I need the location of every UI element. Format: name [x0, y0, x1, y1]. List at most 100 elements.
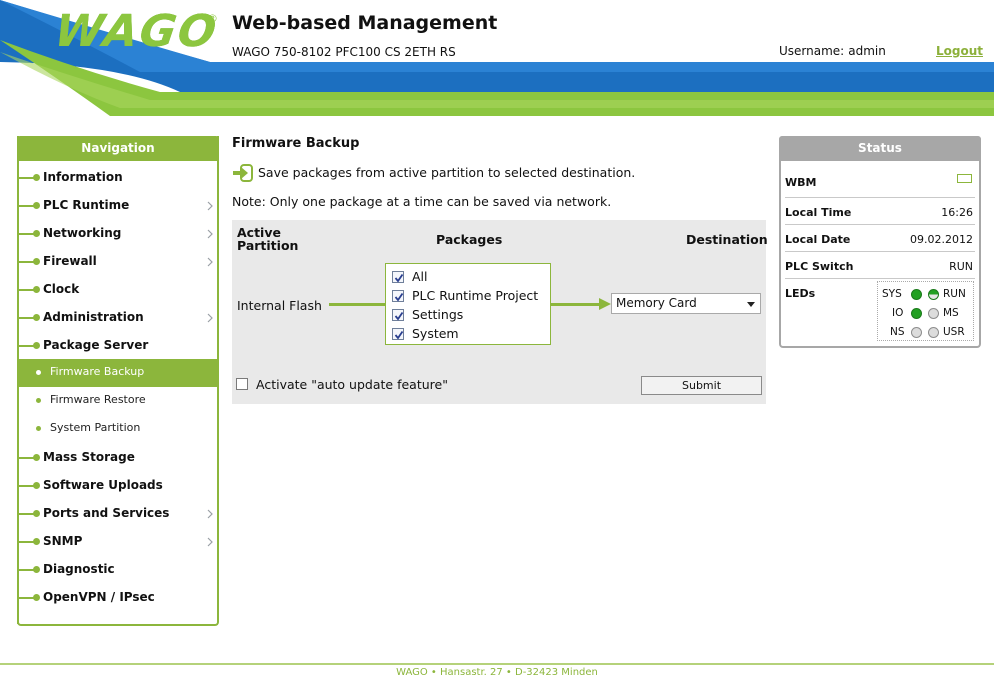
chevron-right-icon: [207, 509, 213, 519]
nav-subitem-label: Firmware Restore: [50, 393, 146, 406]
destination-value: Memory Card: [616, 296, 697, 310]
nav-item-diagnostic[interactable]: Diagnostic: [19, 556, 219, 584]
logout-link[interactable]: Logout: [936, 44, 983, 58]
package-label: All: [412, 269, 428, 284]
led-io-icon: [911, 308, 922, 319]
status-row-wbm: WBM: [785, 168, 975, 198]
wago-logo: WAGO ®: [51, 6, 222, 57]
package-label: PLC Runtime Project: [412, 288, 539, 303]
nav-item-mass-storage[interactable]: Mass Storage: [19, 444, 219, 472]
nav-bullet-icon: [33, 314, 40, 321]
destination-header: Destination: [686, 232, 768, 247]
led-indicators: SYS RUN IO MS NS USR: [877, 281, 974, 341]
nav-item-ports-and-services[interactable]: Ports and Services: [19, 500, 219, 528]
nav-bullet-icon: [33, 258, 40, 265]
status-panel: Status WBM Local Time 16:26 Local Date 0…: [779, 136, 981, 348]
led-ns: NS: [890, 326, 922, 338]
package-checkbox-system[interactable]: [392, 328, 404, 340]
nav-item-label: Information: [43, 170, 123, 184]
chevron-right-icon: [207, 229, 213, 239]
footer-address: WAGO • Hansastr. 27 • D-32423 Minden: [396, 667, 598, 678]
description-text: Save packages from active partition to s…: [258, 165, 636, 180]
led-ms-icon: [928, 308, 939, 319]
chevron-right-icon: [207, 201, 213, 211]
packages-box: All PLC Runtime Project Settings System: [385, 263, 551, 345]
chevron-right-icon: [207, 257, 213, 267]
flow-line-left: [329, 303, 385, 306]
nav-item-information[interactable]: Information: [19, 164, 219, 192]
nav-subitem-firmware-restore[interactable]: Firmware Restore: [19, 387, 219, 415]
nav-item-administration[interactable]: Administration: [19, 304, 219, 332]
nav-item-label: Firewall: [43, 254, 97, 268]
checkmark-icon: [394, 292, 404, 302]
nav-bullet-icon: [33, 342, 40, 349]
source-partition: Internal Flash: [237, 298, 322, 313]
nav-item-package-server[interactable]: Package Server: [19, 332, 219, 360]
nav-bullet-icon: [33, 566, 40, 573]
device-name: WAGO 750-8102 PFC100 CS 2ETH RS: [232, 45, 456, 59]
nav-subitem-label: Firmware Backup: [50, 365, 145, 378]
nav-item-software-uploads[interactable]: Software Uploads: [19, 472, 219, 500]
nav-bullet-icon: [33, 286, 40, 293]
submit-button[interactable]: Submit: [641, 376, 762, 395]
led-sys-icon: [911, 289, 922, 300]
nav-item-snmp[interactable]: SNMP: [19, 528, 219, 556]
header: WAGO ® Web-based Management WAGO 750-810…: [0, 0, 994, 116]
nav-item-firewall[interactable]: Firewall: [19, 248, 219, 276]
led-run: RUN: [928, 288, 966, 300]
page-title: Firmware Backup: [232, 136, 360, 151]
package-checkbox-settings[interactable]: [392, 309, 404, 321]
footer-divider: [0, 663, 994, 665]
username-value: admin: [848, 44, 886, 58]
status-row-local-time: Local Time 16:26: [785, 198, 975, 225]
nav-item-networking[interactable]: Networking: [19, 220, 219, 248]
nav-item-label: SNMP: [43, 534, 83, 548]
auto-update-label: Activate "auto update feature": [256, 377, 448, 392]
local-time-label: Local Time: [785, 206, 852, 219]
nav-item-plc-runtime[interactable]: PLC Runtime: [19, 192, 219, 220]
package-label: System: [412, 326, 459, 341]
local-date-label: Local Date: [785, 233, 851, 246]
led-ns-icon: [911, 327, 922, 338]
navigation-panel: Navigation Information PLC Runtime Network…: [17, 136, 219, 626]
nav-item-label: OpenVPN / IPsec: [43, 590, 155, 604]
save-arrow-icon: [233, 164, 253, 182]
nav-item-label: Administration: [43, 310, 144, 324]
nav-item-openvpn-ipsec[interactable]: OpenVPN / IPsec: [19, 584, 219, 612]
app-title: Web-based Management: [232, 12, 498, 34]
status-row-plc-switch: PLC Switch RUN: [785, 252, 975, 279]
nav-item-label: Clock: [43, 282, 80, 296]
nav-subitem-system-partition[interactable]: System Partition: [19, 415, 219, 443]
nav-subitem-firmware-backup[interactable]: Firmware Backup: [19, 359, 219, 387]
package-checkbox-plc-runtime-project[interactable]: [392, 290, 404, 302]
destination-select[interactable]: Memory Card: [611, 293, 761, 314]
leds-label: LEDs: [785, 287, 816, 300]
nav-bullet-icon: [33, 454, 40, 461]
nav-item-label: Diagnostic: [43, 562, 115, 576]
package-label: Settings: [412, 307, 464, 322]
nav-item-label: Package Server: [43, 338, 149, 352]
plc-switch-label: PLC Switch: [785, 260, 854, 273]
nav-subitem-label: System Partition: [50, 421, 141, 434]
chevron-right-icon: [207, 313, 213, 323]
plc-switch-value: RUN: [949, 260, 973, 273]
network-note: Note: Only one package at a time can be …: [232, 194, 612, 209]
flow-arrow-icon: [599, 298, 611, 310]
username-label: Username:: [779, 44, 845, 58]
package-checkbox-all[interactable]: [392, 271, 404, 283]
status-title: Status: [779, 136, 981, 161]
nav-item-label: Networking: [43, 226, 122, 240]
checkmark-icon: [394, 273, 404, 283]
led-sys: SYS: [882, 288, 922, 300]
nav-bullet-icon: [33, 202, 40, 209]
nav-sub-bullet-icon: [36, 370, 41, 375]
backup-panel: Active Partition Packages Destination In…: [232, 220, 768, 404]
nav-bullet-icon: [33, 482, 40, 489]
led-usr-icon: [928, 327, 939, 338]
status-row-local-date: Local Date 09.02.2012: [785, 225, 975, 252]
dropdown-caret-icon: [747, 302, 755, 307]
auto-update-checkbox[interactable]: [236, 378, 248, 390]
nav-item-clock[interactable]: Clock: [19, 276, 219, 304]
led-usr: USR: [928, 326, 965, 338]
username-display: Username: admin: [779, 44, 886, 58]
